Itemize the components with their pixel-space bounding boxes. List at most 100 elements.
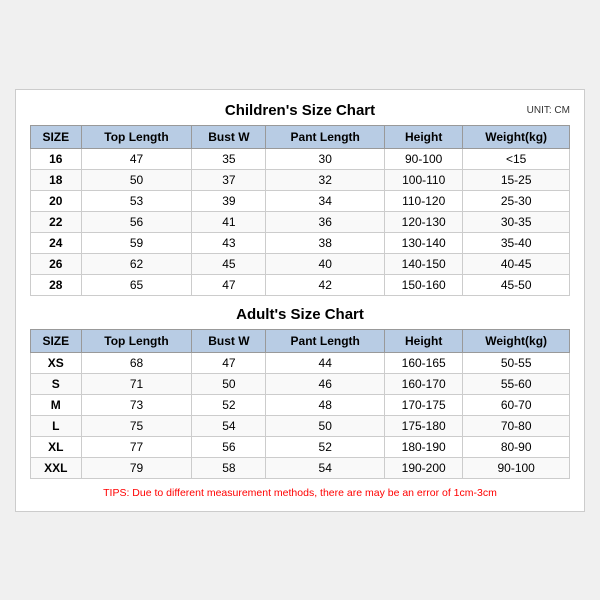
tips-text: TIPS: Due to different measurement metho… [30,487,570,499]
adults-col-pant-length: Pant Length [266,329,385,352]
table-cell: 39 [192,190,266,211]
table-row: 26624540140-15040-45 [31,253,570,274]
children-col-bust-w: Bust W [192,125,266,148]
table-cell: 53 [81,190,192,211]
table-row: 24594338130-14035-40 [31,232,570,253]
table-cell: 90-100 [385,148,463,169]
table-cell: S [31,373,82,394]
adults-table-body: XS684744160-16550-55S715046160-17055-60M… [31,352,570,478]
table-cell: 15-25 [463,169,570,190]
adults-title-row: Adult's Size Chart [30,306,570,323]
table-cell: 35 [192,148,266,169]
table-cell: 160-170 [385,373,463,394]
adults-col-weight: Weight(kg) [463,329,570,352]
table-row: XS684744160-16550-55 [31,352,570,373]
table-cell: 26 [31,253,82,274]
table-cell: 46 [266,373,385,394]
table-cell: 40 [266,253,385,274]
table-cell: 75 [81,415,192,436]
table-cell: 48 [266,394,385,415]
table-cell: 18 [31,169,82,190]
table-cell: 70-80 [463,415,570,436]
table-cell: <15 [463,148,570,169]
table-cell: 43 [192,232,266,253]
table-cell: 24 [31,232,82,253]
table-cell: 79 [81,457,192,478]
table-cell: 44 [266,352,385,373]
table-row: S715046160-17055-60 [31,373,570,394]
children-col-pant-length: Pant Length [266,125,385,148]
table-cell: L [31,415,82,436]
table-cell: 52 [266,436,385,457]
table-cell: 100-110 [385,169,463,190]
table-cell: 59 [81,232,192,253]
table-cell: 28 [31,274,82,295]
table-cell: 130-140 [385,232,463,253]
table-cell: XL [31,436,82,457]
table-cell: 16 [31,148,82,169]
table-cell: 65 [81,274,192,295]
children-table-body: 1647353090-100<1518503732100-11015-25205… [31,148,570,295]
table-row: L755450175-18070-80 [31,415,570,436]
table-cell: 73 [81,394,192,415]
table-cell: 60-70 [463,394,570,415]
table-cell: 140-150 [385,253,463,274]
table-row: XL775652180-19080-90 [31,436,570,457]
adults-size-table: SIZE Top Length Bust W Pant Length Heigh… [30,329,570,479]
table-cell: 150-160 [385,274,463,295]
table-cell: 45-50 [463,274,570,295]
table-row: 1647353090-100<15 [31,148,570,169]
table-cell: 110-120 [385,190,463,211]
table-cell: 37 [192,169,266,190]
table-cell: M [31,394,82,415]
children-size-table: SIZE Top Length Bust W Pant Length Heigh… [30,125,570,296]
table-cell: 47 [192,352,266,373]
children-title-row: Children's Size Chart UNIT: CM [30,102,570,119]
adults-col-size: SIZE [31,329,82,352]
table-cell: 90-100 [463,457,570,478]
adults-header-row: SIZE Top Length Bust W Pant Length Heigh… [31,329,570,352]
table-cell: 50 [266,415,385,436]
table-cell: 54 [192,415,266,436]
table-cell: 56 [81,211,192,232]
table-cell: 160-165 [385,352,463,373]
table-cell: 47 [192,274,266,295]
table-cell: XXL [31,457,82,478]
table-cell: 30 [266,148,385,169]
table-cell: 54 [266,457,385,478]
table-cell: 50 [81,169,192,190]
table-cell: 190-200 [385,457,463,478]
table-cell: 180-190 [385,436,463,457]
table-row: M735248170-17560-70 [31,394,570,415]
table-cell: 50-55 [463,352,570,373]
table-row: XXL795854190-20090-100 [31,457,570,478]
table-cell: 56 [192,436,266,457]
table-cell: 175-180 [385,415,463,436]
children-col-weight: Weight(kg) [463,125,570,148]
table-cell: 77 [81,436,192,457]
table-cell: 68 [81,352,192,373]
table-cell: 30-35 [463,211,570,232]
table-cell: 170-175 [385,394,463,415]
table-row: 22564136120-13030-35 [31,211,570,232]
table-row: 20533934110-12025-30 [31,190,570,211]
table-cell: 55-60 [463,373,570,394]
table-cell: 80-90 [463,436,570,457]
table-cell: 120-130 [385,211,463,232]
adults-col-height: Height [385,329,463,352]
table-cell: 71 [81,373,192,394]
table-cell: 62 [81,253,192,274]
table-cell: 40-45 [463,253,570,274]
adults-chart-title: Adult's Size Chart [236,306,364,323]
table-row: 28654742150-16045-50 [31,274,570,295]
table-row: 18503732100-11015-25 [31,169,570,190]
table-cell: 36 [266,211,385,232]
children-chart-title: Children's Size Chart [225,102,375,119]
table-cell: 35-40 [463,232,570,253]
table-cell: XS [31,352,82,373]
table-cell: 38 [266,232,385,253]
table-cell: 25-30 [463,190,570,211]
table-cell: 34 [266,190,385,211]
table-cell: 50 [192,373,266,394]
table-cell: 22 [31,211,82,232]
